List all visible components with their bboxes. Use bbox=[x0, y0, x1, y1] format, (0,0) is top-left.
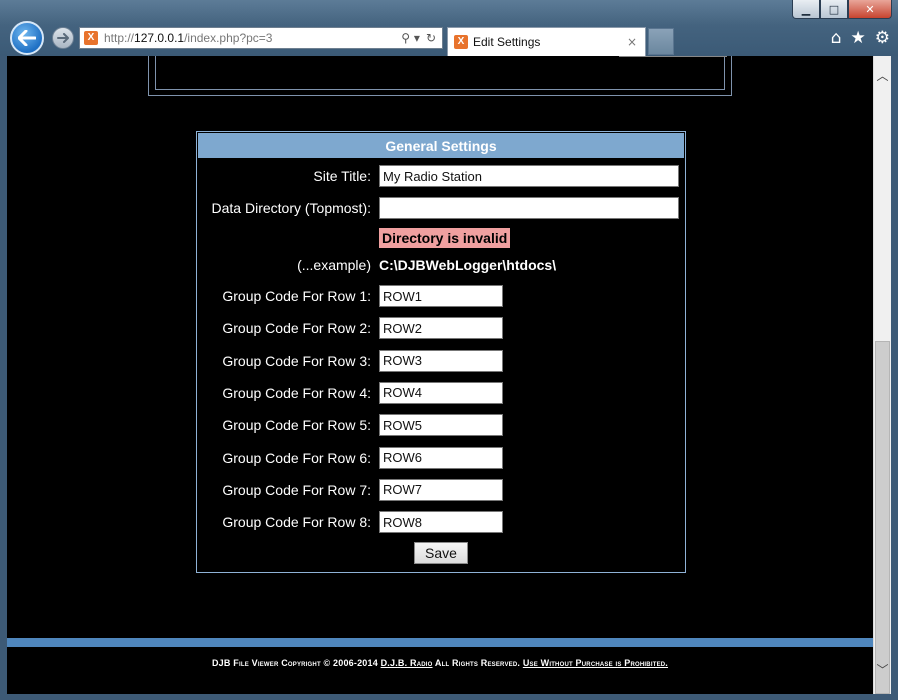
site-favicon-icon: X bbox=[84, 31, 98, 45]
error-row: Directory is invalid bbox=[197, 228, 687, 250]
footer-notice-link[interactable]: Use Without Purchase is Prohibited. bbox=[523, 658, 668, 668]
group-code-row: Group Code For Row 6: bbox=[197, 446, 687, 469]
previous-section-button[interactable] bbox=[619, 56, 727, 57]
tab-close-icon[interactable]: × bbox=[627, 35, 637, 49]
back-button[interactable] bbox=[10, 21, 44, 55]
tab-favicon-icon: X bbox=[454, 35, 468, 49]
site-title-label: Site Title: bbox=[313, 168, 371, 184]
group-code-label: Group Code For Row 8: bbox=[222, 514, 371, 531]
group-code-label: Group Code For Row 6: bbox=[222, 449, 371, 466]
address-url[interactable]: http://127.0.0.1/index.php?pc=3 bbox=[104, 31, 401, 45]
group-code-input[interactable] bbox=[379, 285, 503, 307]
page-viewport: General Settings Site Title: Data Direct… bbox=[7, 56, 873, 694]
group-code-input[interactable] bbox=[379, 349, 503, 372]
group-code-label: Group Code For Row 5: bbox=[222, 417, 371, 434]
footer: DJB File Viewer Copyright © 2006-2014 D.… bbox=[7, 658, 873, 668]
back-arrow-icon bbox=[18, 30, 36, 46]
group-code-row: Group Code For Row 5: bbox=[197, 414, 687, 437]
group-code-label: Group Code For Row 2: bbox=[222, 320, 371, 337]
home-icon[interactable]: ⌂ bbox=[831, 28, 842, 48]
panel-title: General Settings bbox=[198, 133, 684, 158]
group-code-row: Group Code For Row 8: bbox=[197, 511, 687, 534]
scrollbar-thumb[interactable] bbox=[875, 341, 890, 694]
gear-icon[interactable]: ⚙ bbox=[875, 28, 890, 48]
scroll-up-icon[interactable]: ︿ bbox=[874, 66, 891, 86]
site-title-input[interactable] bbox=[379, 165, 679, 187]
forward-button[interactable] bbox=[52, 27, 74, 49]
window-border-right bbox=[891, 56, 898, 700]
data-directory-input[interactable] bbox=[379, 197, 679, 219]
group-code-label: Group Code For Row 1: bbox=[222, 288, 371, 304]
footer-rights: All Rights Reserved. bbox=[434, 658, 521, 668]
group-code-row: Group Code For Row 7: bbox=[197, 478, 687, 501]
group-code-label: Group Code For Row 4: bbox=[222, 384, 371, 401]
maximize-button[interactable]: □ bbox=[820, 0, 848, 19]
window-border-bottom bbox=[0, 694, 898, 700]
refresh-icon[interactable]: ↻ bbox=[426, 31, 436, 45]
data-directory-row: Data Directory (Topmost): bbox=[197, 197, 687, 219]
example-label: (...example) bbox=[297, 257, 371, 273]
favorites-star-icon[interactable]: ★ bbox=[851, 28, 866, 48]
group-code-input[interactable] bbox=[379, 414, 503, 437]
group-code-input[interactable] bbox=[379, 511, 503, 534]
new-tab-button[interactable] bbox=[648, 28, 674, 55]
group-code-input[interactable] bbox=[379, 446, 503, 469]
vertical-scrollbar[interactable]: ︿ ﹀ bbox=[873, 56, 891, 694]
scroll-down-icon[interactable]: ﹀ bbox=[874, 660, 891, 680]
toolbar-icons: ⌂ ★ ⚙ bbox=[831, 28, 890, 48]
example-row: (...example) C:\DJBWebLogger\htdocs\ bbox=[197, 254, 687, 276]
data-directory-label: Data Directory (Topmost): bbox=[211, 200, 371, 216]
group-code-input[interactable] bbox=[379, 381, 503, 404]
tab-title: Edit Settings bbox=[473, 35, 541, 49]
group-code-label: Group Code For Row 3: bbox=[222, 352, 371, 369]
minimize-button[interactable]: ▁ bbox=[792, 0, 820, 19]
tab-edit-settings[interactable]: X Edit Settings × bbox=[447, 27, 646, 56]
previous-section-frame bbox=[148, 56, 732, 96]
group-code-row: Group Code For Row 3: bbox=[197, 349, 687, 372]
footer-copyright: DJB File Viewer Copyright © 2006-2014 bbox=[211, 658, 378, 668]
group-code-row: Group Code For Row 2: bbox=[197, 317, 687, 340]
forward-arrow-icon bbox=[57, 33, 69, 43]
window-controls: ▁ □ ✕ bbox=[792, 0, 892, 19]
site-title-row: Site Title: bbox=[197, 165, 687, 187]
address-bar[interactable]: X http://127.0.0.1/index.php?pc=3 ⚲ ▾ ↻ bbox=[79, 27, 443, 49]
general-settings-panel: General Settings Site Title: Data Direct… bbox=[196, 131, 686, 573]
footer-divider-bar bbox=[7, 638, 873, 647]
group-code-row: Group Code For Row 4: bbox=[197, 381, 687, 404]
directory-error-message: Directory is invalid bbox=[379, 228, 511, 248]
save-button[interactable]: Save bbox=[414, 542, 468, 564]
group-code-label: Group Code For Row 7: bbox=[222, 481, 371, 498]
example-path: C:\DJBWebLogger\htdocs\ bbox=[379, 257, 557, 273]
close-window-button[interactable]: ✕ bbox=[848, 0, 892, 19]
search-icon[interactable]: ⚲ ▾ bbox=[401, 31, 420, 45]
window-border-left bbox=[0, 56, 7, 700]
group-code-row: Group Code For Row 1: bbox=[197, 285, 687, 307]
previous-section-inner bbox=[155, 56, 727, 90]
group-code-input[interactable] bbox=[379, 478, 503, 501]
browser-chrome: ▁ □ ✕ X http://127.0.0.1/index.php?pc=3 … bbox=[0, 0, 898, 56]
footer-owner-link[interactable]: D.J.B. Radio bbox=[381, 658, 433, 668]
group-code-input[interactable] bbox=[379, 317, 503, 340]
